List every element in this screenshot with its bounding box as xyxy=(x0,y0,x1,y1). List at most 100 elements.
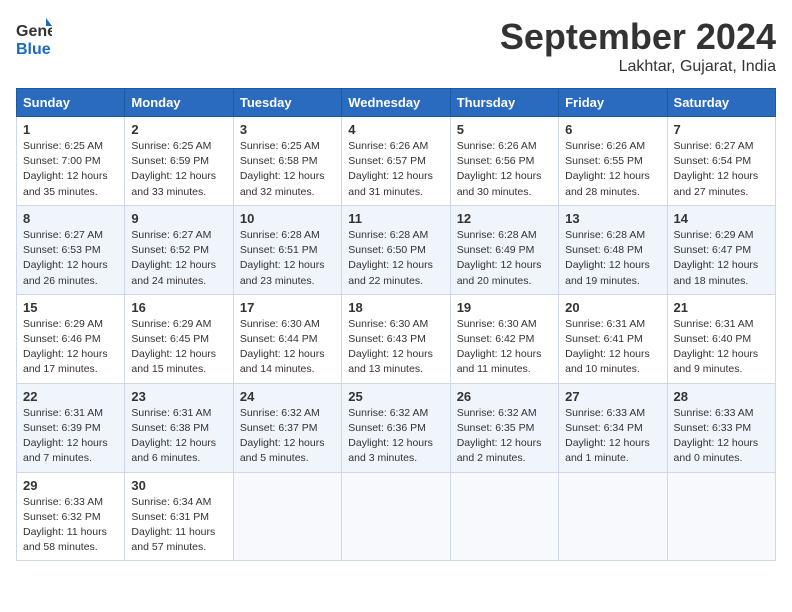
day-number: 4 xyxy=(348,122,443,137)
calendar-cell: 27 Sunrise: 6:33 AMSunset: 6:34 PMDayligh… xyxy=(559,383,667,472)
calendar-cell: 21 Sunrise: 6:31 AMSunset: 6:40 PMDayligh… xyxy=(667,294,775,383)
calendar-cell xyxy=(233,472,341,561)
calendar-cell: 19 Sunrise: 6:30 AMSunset: 6:42 PMDayligh… xyxy=(450,294,558,383)
day-info: Sunrise: 6:30 AMSunset: 6:43 PMDaylight:… xyxy=(348,318,433,376)
day-info: Sunrise: 6:32 AMSunset: 6:37 PMDaylight:… xyxy=(240,407,325,465)
day-number: 2 xyxy=(131,122,226,137)
calendar-cell: 10 Sunrise: 6:28 AMSunset: 6:51 PMDayligh… xyxy=(233,205,341,294)
day-info: Sunrise: 6:25 AMSunset: 6:59 PMDaylight:… xyxy=(131,140,216,198)
day-info: Sunrise: 6:32 AMSunset: 6:35 PMDaylight:… xyxy=(457,407,542,465)
day-info: Sunrise: 6:26 AMSunset: 6:56 PMDaylight:… xyxy=(457,140,542,198)
day-info: Sunrise: 6:28 AMSunset: 6:51 PMDaylight:… xyxy=(240,229,325,287)
calendar-cell: 25 Sunrise: 6:32 AMSunset: 6:36 PMDayligh… xyxy=(342,383,450,472)
day-info: Sunrise: 6:31 AMSunset: 6:38 PMDaylight:… xyxy=(131,407,216,465)
day-info: Sunrise: 6:33 AMSunset: 6:33 PMDaylight:… xyxy=(674,407,759,465)
day-number: 9 xyxy=(131,211,226,226)
calendar-cell: 22 Sunrise: 6:31 AMSunset: 6:39 PMDayligh… xyxy=(17,383,125,472)
logo: General Blue xyxy=(16,16,54,60)
calendar-cell: 1 Sunrise: 6:25 AMSunset: 7:00 PMDaylight… xyxy=(17,117,125,206)
day-info: Sunrise: 6:34 AMSunset: 6:31 PMDaylight:… xyxy=(131,496,215,554)
calendar-cell: 29Sunrise: 6:33 AMSunset: 6:32 PMDayligh… xyxy=(17,472,125,561)
calendar-cell: 26 Sunrise: 6:32 AMSunset: 6:35 PMDayligh… xyxy=(450,383,558,472)
day-number: 23 xyxy=(131,389,226,404)
location: Lakhtar, Gujarat, India xyxy=(500,58,776,76)
calendar-cell: 8 Sunrise: 6:27 AMSunset: 6:53 PMDaylight… xyxy=(17,205,125,294)
day-info: Sunrise: 6:26 AMSunset: 6:55 PMDaylight:… xyxy=(565,140,650,198)
day-number: 25 xyxy=(348,389,443,404)
day-info: Sunrise: 6:33 AMSunset: 6:32 PMDaylight:… xyxy=(23,496,107,554)
calendar-cell: 20 Sunrise: 6:31 AMSunset: 6:41 PMDayligh… xyxy=(559,294,667,383)
day-number: 5 xyxy=(457,122,552,137)
day-info: Sunrise: 6:32 AMSunset: 6:36 PMDaylight:… xyxy=(348,407,433,465)
day-info: Sunrise: 6:27 AMSunset: 6:53 PMDaylight:… xyxy=(23,229,108,287)
weekday-header-thursday: Thursday xyxy=(450,89,558,117)
calendar-cell: 30 Sunrise: 6:34 AMSunset: 6:31 PMDayligh… xyxy=(125,472,233,561)
day-info: Sunrise: 6:29 AMSunset: 6:45 PMDaylight:… xyxy=(131,318,216,376)
calendar-week-row: 1 Sunrise: 6:25 AMSunset: 7:00 PMDaylight… xyxy=(17,117,776,206)
day-info: Sunrise: 6:27 AMSunset: 6:52 PMDaylight:… xyxy=(131,229,216,287)
day-info: Sunrise: 6:33 AMSunset: 6:34 PMDaylight:… xyxy=(565,407,650,465)
day-info: Sunrise: 6:31 AMSunset: 6:40 PMDaylight:… xyxy=(674,318,759,376)
day-number: 10 xyxy=(240,211,335,226)
calendar-week-row: 15Sunrise: 6:29 AMSunset: 6:46 PMDayligh… xyxy=(17,294,776,383)
day-info: Sunrise: 6:29 AMSunset: 6:47 PMDaylight:… xyxy=(674,229,759,287)
day-info: Sunrise: 6:30 AMSunset: 6:42 PMDaylight:… xyxy=(457,318,542,376)
day-number: 21 xyxy=(674,300,769,315)
calendar-week-row: 22 Sunrise: 6:31 AMSunset: 6:39 PMDayligh… xyxy=(17,383,776,472)
day-number: 20 xyxy=(565,300,660,315)
day-info: Sunrise: 6:25 AMSunset: 7:00 PMDaylight:… xyxy=(23,140,108,198)
day-number: 19 xyxy=(457,300,552,315)
calendar-cell: 15Sunrise: 6:29 AMSunset: 6:46 PMDayligh… xyxy=(17,294,125,383)
calendar-cell: 6 Sunrise: 6:26 AMSunset: 6:55 PMDaylight… xyxy=(559,117,667,206)
weekday-header-monday: Monday xyxy=(125,89,233,117)
weekday-header-friday: Friday xyxy=(559,89,667,117)
page-header: General Blue September 2024 Lakhtar, Guj… xyxy=(16,16,776,76)
day-info: Sunrise: 6:29 AMSunset: 6:46 PMDaylight:… xyxy=(23,318,108,376)
weekday-header-tuesday: Tuesday xyxy=(233,89,341,117)
day-info: Sunrise: 6:25 AMSunset: 6:58 PMDaylight:… xyxy=(240,140,325,198)
day-number: 17 xyxy=(240,300,335,315)
day-info: Sunrise: 6:31 AMSunset: 6:41 PMDaylight:… xyxy=(565,318,650,376)
calendar-cell: 17 Sunrise: 6:30 AMSunset: 6:44 PMDayligh… xyxy=(233,294,341,383)
day-number: 6 xyxy=(565,122,660,137)
day-number: 11 xyxy=(348,211,443,226)
calendar-cell: 13Sunrise: 6:28 AMSunset: 6:48 PMDayligh… xyxy=(559,205,667,294)
calendar-week-row: 29Sunrise: 6:33 AMSunset: 6:32 PMDayligh… xyxy=(17,472,776,561)
day-number: 18 xyxy=(348,300,443,315)
logo-icon: General Blue xyxy=(16,16,52,60)
svg-text:Blue: Blue xyxy=(16,41,51,58)
calendar-cell xyxy=(667,472,775,561)
calendar-week-row: 8 Sunrise: 6:27 AMSunset: 6:53 PMDaylight… xyxy=(17,205,776,294)
day-number: 16 xyxy=(131,300,226,315)
calendar-table: SundayMondayTuesdayWednesdayThursdayFrid… xyxy=(16,88,776,561)
calendar-cell: 23 Sunrise: 6:31 AMSunset: 6:38 PMDayligh… xyxy=(125,383,233,472)
day-info: Sunrise: 6:30 AMSunset: 6:44 PMDaylight:… xyxy=(240,318,325,376)
day-number: 28 xyxy=(674,389,769,404)
calendar-cell xyxy=(342,472,450,561)
day-number: 22 xyxy=(23,389,118,404)
weekday-header-wednesday: Wednesday xyxy=(342,89,450,117)
day-number: 27 xyxy=(565,389,660,404)
day-number: 7 xyxy=(674,122,769,137)
day-info: Sunrise: 6:26 AMSunset: 6:57 PMDaylight:… xyxy=(348,140,433,198)
day-number: 26 xyxy=(457,389,552,404)
calendar-cell xyxy=(559,472,667,561)
day-number: 30 xyxy=(131,478,226,493)
weekday-header-sunday: Sunday xyxy=(17,89,125,117)
day-number: 12 xyxy=(457,211,552,226)
calendar-cell: 18 Sunrise: 6:30 AMSunset: 6:43 PMDayligh… xyxy=(342,294,450,383)
day-number: 8 xyxy=(23,211,118,226)
calendar-cell: 7Sunrise: 6:27 AMSunset: 6:54 PMDaylight… xyxy=(667,117,775,206)
weekday-header-row: SundayMondayTuesdayWednesdayThursdayFrid… xyxy=(17,89,776,117)
day-info: Sunrise: 6:31 AMSunset: 6:39 PMDaylight:… xyxy=(23,407,108,465)
day-number: 1 xyxy=(23,122,118,137)
calendar-cell: 24 Sunrise: 6:32 AMSunset: 6:37 PMDayligh… xyxy=(233,383,341,472)
month-title: September 2024 xyxy=(500,16,776,58)
calendar-cell: 28 Sunrise: 6:33 AMSunset: 6:33 PMDayligh… xyxy=(667,383,775,472)
day-number: 14 xyxy=(674,211,769,226)
day-number: 3 xyxy=(240,122,335,137)
calendar-cell: 5 Sunrise: 6:26 AMSunset: 6:56 PMDaylight… xyxy=(450,117,558,206)
day-number: 24 xyxy=(240,389,335,404)
day-info: Sunrise: 6:28 AMSunset: 6:50 PMDaylight:… xyxy=(348,229,433,287)
calendar-cell: 9 Sunrise: 6:27 AMSunset: 6:52 PMDaylight… xyxy=(125,205,233,294)
